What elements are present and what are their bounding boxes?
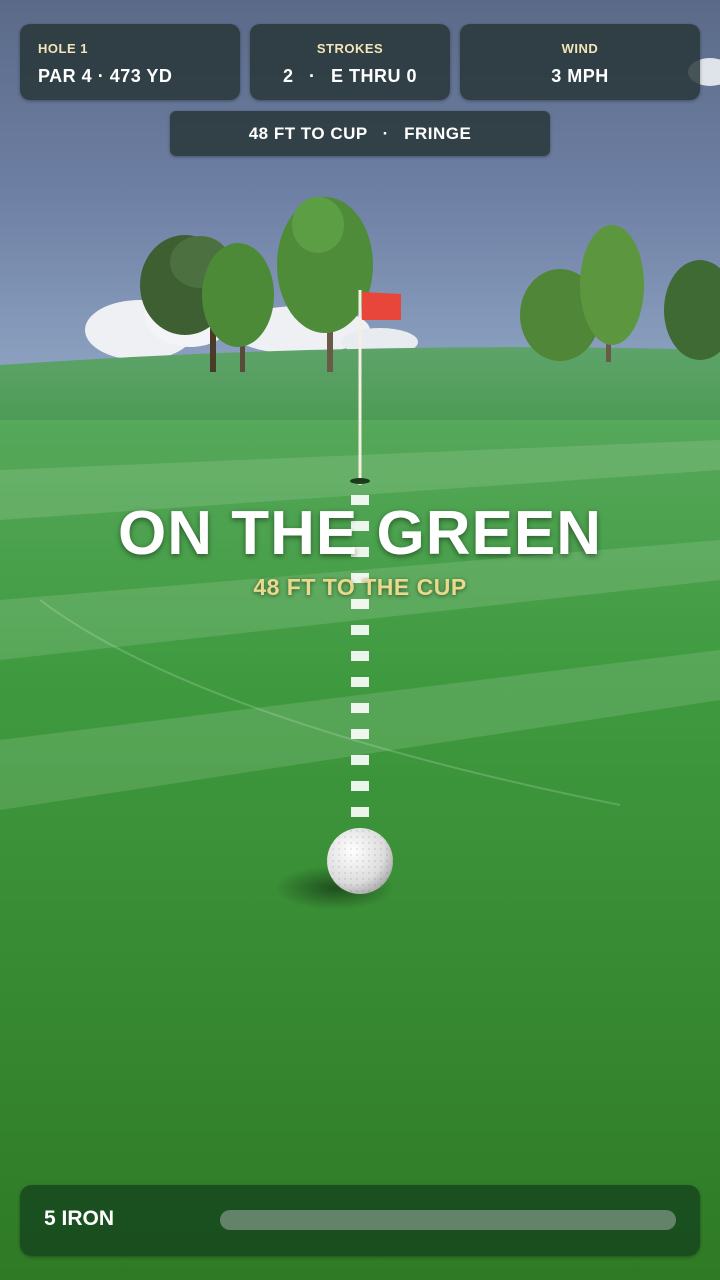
strokes-panel: STROKES 2 · E THRU 0 <box>250 24 450 100</box>
club-name[interactable]: 5 IRON <box>44 1207 114 1231</box>
distance-to-cup: 48 FT TO CUP <box>248 123 368 143</box>
score-status: E THRU 0 <box>331 66 418 86</box>
lie-value: FRINGE <box>404 123 472 143</box>
strokes-label: STROKES <box>316 41 384 56</box>
golf-scene <box>0 0 720 1280</box>
wind-panel: WIND 3 MPH <box>460 24 700 100</box>
club-selector[interactable]: 5 IRON <box>20 1185 700 1256</box>
hole-info-panel: HOLE 1 PAR 4 · 473 YD <box>20 24 240 100</box>
status-banner-title: ON THE GREEN <box>118 499 602 568</box>
par-value: PAR 4 <box>38 66 93 86</box>
status-banner-subtitle: 48 FT TO THE CUP <box>253 574 467 600</box>
wind-label: WIND <box>561 41 599 56</box>
stroke-count: 2 <box>282 66 294 86</box>
power-meter-track[interactable] <box>220 1210 676 1230</box>
wind-speed: 3 MPH <box>551 66 609 86</box>
distance-panel: 48 FT TO CUP · FRINGE <box>170 111 550 156</box>
yardage-value: 473 YD <box>109 66 173 86</box>
hole-label: HOLE 1 <box>38 41 88 56</box>
